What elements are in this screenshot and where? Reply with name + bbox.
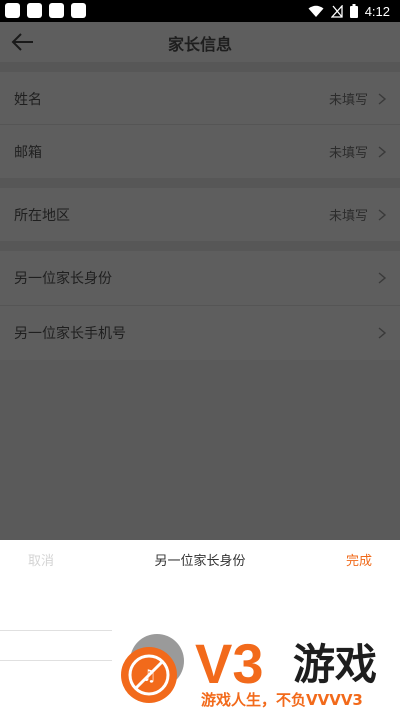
picker-toolbar: 取消 另一位家长身份 完成 (0, 540, 400, 578)
done-button[interactable]: 完成 (346, 550, 372, 569)
page-title: 家长信息 (167, 35, 232, 54)
svg-text:游戏: 游戏 (293, 640, 377, 689)
picker-title: 另一位家长身份 (154, 554, 246, 569)
chevron-right-icon (378, 327, 387, 339)
row-value: 未填写 (328, 93, 368, 108)
nav-bar: 家长信息 (0, 22, 400, 62)
signal-icon (330, 4, 343, 18)
svg-text:游戏人生，不负VVVV3: 游戏人生，不负VVVV3 (201, 691, 363, 709)
list-item-email[interactable]: 邮箱 未填写 (0, 125, 400, 178)
status-bar: 4:12 (0, 0, 400, 22)
chevron-right-icon (378, 145, 387, 158)
svg-text:V3: V3 (195, 632, 264, 695)
row-label: 另一位家长手机号 (14, 326, 126, 342)
list-item-other-parent-phone[interactable]: 另一位家长手机号 (0, 306, 400, 360)
row-label: 另一位家长身份 (14, 271, 112, 287)
section-gap (0, 178, 400, 188)
row-value: 未填写 (328, 209, 368, 224)
row-value: 未填写 (328, 146, 368, 161)
notification-icon (71, 3, 86, 18)
section-gap (0, 62, 400, 72)
dim-overlay[interactable] (0, 360, 400, 540)
row-label: 姓名 (14, 91, 42, 108)
v3-watermark-logo: ♫ V3 游戏 游戏人生，不负VVVV3 (121, 632, 377, 709)
chevron-right-icon (378, 208, 387, 221)
notification-icon (5, 3, 20, 18)
list-item-other-parent-identity[interactable]: 另一位家长身份 (0, 251, 400, 305)
section-gap (0, 241, 400, 251)
row-label: 邮箱 (14, 144, 42, 161)
list-item-region[interactable]: 所在地区 未填写 (0, 188, 400, 241)
list-item-name[interactable]: 姓名 未填写 (0, 72, 400, 125)
notification-icon (49, 3, 64, 18)
svg-text:♫: ♫ (142, 666, 156, 685)
picker-selection-line (0, 630, 112, 631)
picker-selection-line (0, 660, 112, 661)
chevron-right-icon (378, 92, 387, 105)
chevron-right-icon (378, 272, 387, 284)
notification-icon (27, 3, 42, 18)
status-time: 4:12 (364, 3, 390, 19)
row-label: 所在地区 (14, 207, 70, 224)
battery-icon (349, 4, 358, 18)
wifi-icon (308, 5, 324, 17)
